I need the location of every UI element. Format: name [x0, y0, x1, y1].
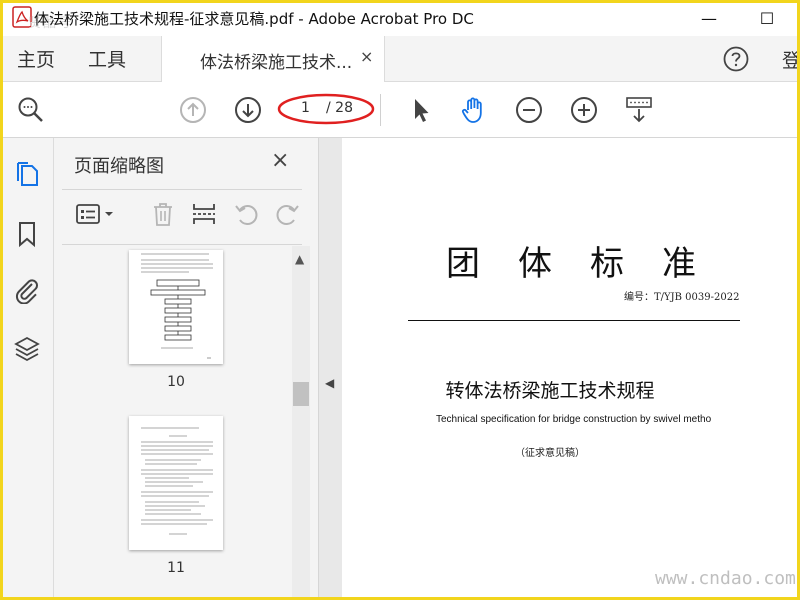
document-rule: [408, 320, 740, 321]
rotate-left-icon[interactable]: [232, 200, 260, 228]
thumbnail-page-11[interactable]: [129, 416, 223, 550]
document-tab-label: 体法桥梁施工技术...: [200, 53, 353, 73]
document-draft-note: （征求意见稿）: [515, 448, 585, 459]
zoom-in-icon[interactable]: [569, 95, 599, 125]
document-heading: 团体标准: [446, 244, 734, 284]
thumbnail-page-10-content: [141, 253, 213, 359]
page-number-field[interactable]: 1 / 28: [286, 96, 356, 122]
options-menu-icon[interactable]: [74, 200, 116, 228]
current-page-input[interactable]: 1: [301, 100, 310, 116]
delete-page-icon[interactable]: [149, 200, 177, 228]
document-number: 编号：T/YJB 0039-2022: [624, 292, 740, 303]
maximize-button[interactable]: ☐: [744, 2, 790, 34]
tab-tools[interactable]: 工具: [88, 45, 126, 72]
bookmarks-icon[interactable]: [13, 220, 41, 248]
thumbnail-label-11: 11: [167, 560, 185, 576]
document-subtitle: Technical specification for bridge const…: [436, 414, 712, 425]
keyboard-scroll-icon[interactable]: [624, 95, 654, 125]
help-icon[interactable]: [723, 46, 749, 72]
title-bar: 贤酷号 体法桥梁施工技术规程-征求意见稿.pdf - Adobe Acrobat…: [0, 0, 800, 36]
panel-divider-top: [62, 189, 302, 190]
insert-page-icon[interactable]: [190, 200, 218, 228]
attachments-icon[interactable]: [13, 276, 41, 304]
thumbnail-page-11-content: [141, 427, 213, 535]
next-page-icon[interactable]: [233, 95, 263, 125]
thumbnails-list: 10 11: [54, 246, 292, 600]
minimize-icon: —: [701, 8, 717, 28]
document-title: 转体法桥梁施工技术规程: [445, 380, 655, 402]
panel-title: 页面缩略图: [74, 156, 164, 177]
scrollbar-thumb[interactable]: [293, 382, 309, 406]
thumbnails-panel: 页面缩略图 × 10 11 ▲: [54, 138, 318, 600]
tab-bar: 主页 工具 体法桥梁施工技术... × 登: [0, 36, 800, 82]
thumbnails-scrollbar[interactable]: ▲: [292, 246, 310, 600]
thumbnail-label-10: 10: [167, 374, 185, 390]
total-pages: / 28: [326, 100, 353, 116]
thumbnail-page-10[interactable]: [129, 250, 223, 364]
toolbar: 1 / 28: [0, 82, 800, 138]
panel-splitter[interactable]: ◀: [318, 138, 342, 600]
toolbar-divider: [380, 94, 381, 126]
tab-document[interactable]: 体法桥梁施工技术... ×: [161, 36, 385, 82]
rotate-right-icon[interactable]: [274, 200, 302, 228]
scroll-up-icon[interactable]: ▲: [295, 252, 304, 266]
collapse-panel-icon[interactable]: ◀: [325, 376, 334, 390]
close-tab-button[interactable]: ×: [360, 47, 373, 66]
layers-icon[interactable]: [13, 335, 41, 363]
panel-divider-bottom: [62, 244, 302, 245]
hand-tool-icon[interactable]: [459, 95, 489, 125]
watermark-bottom: www.cndao.com: [655, 568, 796, 589]
window-title: 体法桥梁施工技术规程-征求意见稿.pdf - Adobe Acrobat Pro…: [34, 10, 474, 28]
select-arrow-icon[interactable]: [406, 95, 436, 125]
previous-page-icon[interactable]: [178, 95, 208, 125]
close-panel-button[interactable]: ×: [271, 148, 289, 173]
maximize-icon: ☐: [759, 8, 775, 28]
left-rail: [0, 138, 54, 600]
document-view: 团体标准 编号：T/YJB 0039-2022 转体法桥梁施工技术规程 Tech…: [342, 138, 800, 600]
sign-in-link[interactable]: 登: [782, 46, 800, 73]
page-thumbnails-icon[interactable]: [13, 160, 41, 188]
minimize-button[interactable]: —: [686, 2, 732, 34]
zoom-out-icon[interactable]: [514, 95, 544, 125]
search-icon[interactable]: [16, 95, 46, 125]
tab-home[interactable]: 主页: [17, 45, 55, 72]
